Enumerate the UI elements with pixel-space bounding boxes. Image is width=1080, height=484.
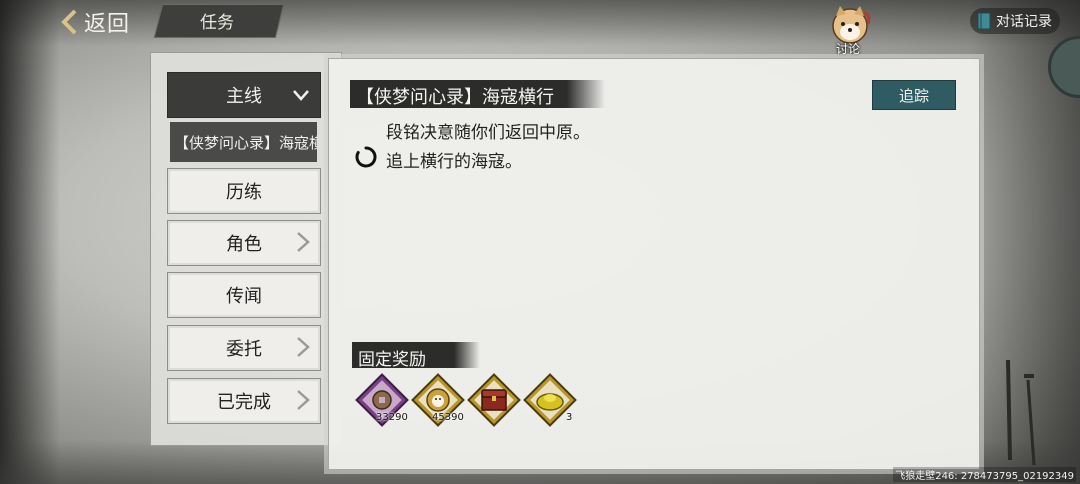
reward-count: 33290 xyxy=(376,412,408,423)
reward-count: 3 xyxy=(566,412,573,423)
chevron-right-icon xyxy=(297,390,310,410)
dialog-log-button[interactable]: 对话记录 xyxy=(970,8,1060,34)
category-rumor[interactable]: 传闻 xyxy=(167,272,321,318)
chevron-right-icon xyxy=(297,337,310,357)
discuss-label: 讨论 xyxy=(836,42,861,56)
chevron-down-icon xyxy=(293,90,309,101)
left-ink-shade xyxy=(0,0,60,484)
reward-count: 45390 xyxy=(432,412,464,423)
category-label: 传闻 xyxy=(226,286,262,307)
quest-description: 段铭决意随你们返回中原。 xyxy=(386,123,590,143)
chevron-left-icon xyxy=(61,9,77,35)
category-training[interactable]: 历练 xyxy=(167,168,321,214)
category-label: 已完成 xyxy=(217,392,271,413)
quest-objective: 追上横行的海寇。 xyxy=(386,152,522,172)
category-label: 历练 xyxy=(226,182,262,203)
sword-decoration xyxy=(1006,359,1036,466)
dialog-log-label: 对话记录 xyxy=(996,14,1052,30)
category-label: 角色 xyxy=(226,234,262,255)
back-label: 返回 xyxy=(84,12,131,37)
page-title: 任务 xyxy=(200,13,234,33)
category-main[interactable]: 主线 xyxy=(167,72,321,118)
reward-item[interactable] xyxy=(466,372,522,428)
book-icon xyxy=(977,12,991,30)
category-label: 委托 xyxy=(226,339,262,360)
discuss-button[interactable]: 讨论 xyxy=(824,6,876,58)
sub-quest-item[interactable]: 【侠梦问心录】海寇横行 xyxy=(170,122,317,162)
sub-quest-label: 【侠梦问心录】海寇横行 xyxy=(174,133,317,152)
category-commission[interactable]: 委托 xyxy=(167,325,321,371)
category-character[interactable]: 角色 xyxy=(167,220,321,266)
chevron-right-icon xyxy=(297,232,310,252)
category-completed[interactable]: 已完成 xyxy=(167,378,321,424)
quest-title: 【侠梦问心录】海寇横行 xyxy=(356,87,554,108)
objective-progress-icon xyxy=(355,146,377,168)
track-label: 追踪 xyxy=(898,86,929,105)
treasure-chest-icon xyxy=(467,373,521,427)
reward-title: 固定奖励 xyxy=(358,350,426,370)
category-label: 主线 xyxy=(226,86,262,107)
track-button[interactable]: 追踪 xyxy=(872,80,956,110)
watermark: 飞狼走壁246: 278473795_02192349 xyxy=(893,467,1076,482)
